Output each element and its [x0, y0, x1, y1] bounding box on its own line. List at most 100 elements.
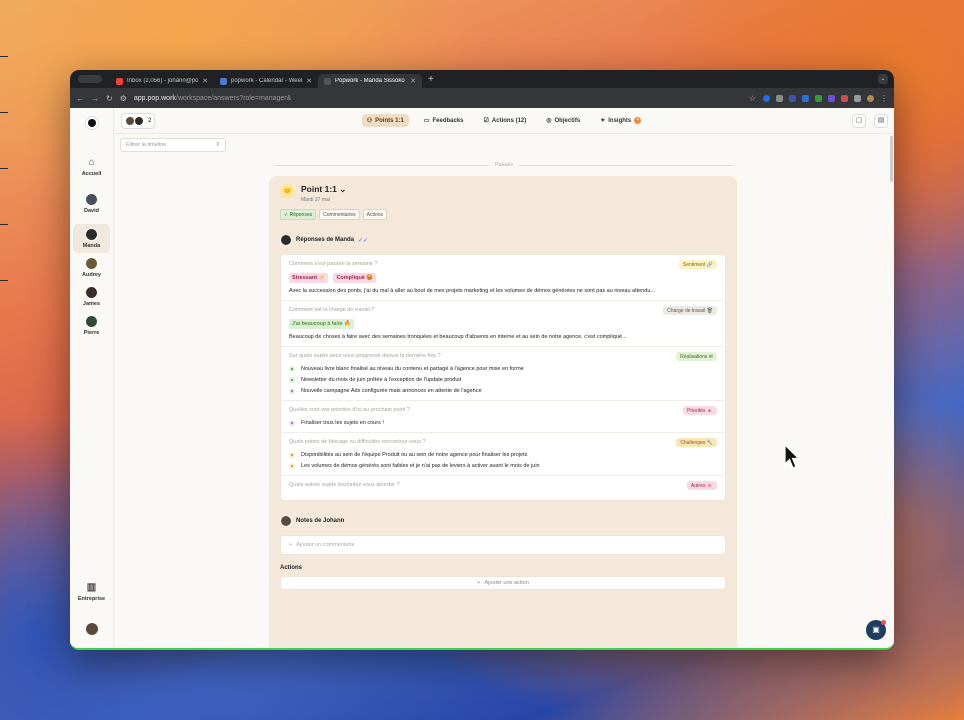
browser-tab[interactable]: popwork - Calendar - Week... ✕: [214, 74, 318, 88]
puzzle-icon[interactable]: [854, 94, 861, 102]
close-icon[interactable]: ✕: [202, 77, 208, 85]
tab-label: Objectifs: [554, 117, 581, 124]
tab-insights[interactable]: ✦ Insights •: [595, 114, 646, 127]
browser-tab[interactable]: Inbox (2,056) - johann@pop... ✕: [110, 74, 214, 88]
updown-icon: ⇕: [215, 142, 220, 148]
list-item: Les volumes de démos générés sont faible…: [289, 463, 717, 469]
extensions-bar: ⋮: [763, 94, 888, 103]
content-filters: ✓ Réponses Commentaires Actions: [280, 209, 726, 220]
forward-icon[interactable]: →: [91, 94, 99, 103]
url-host: app.pop.work: [133, 94, 176, 102]
extension-icon[interactable]: [789, 94, 796, 102]
chat-icon: ▣: [872, 625, 880, 634]
calendar-icon: [220, 77, 227, 85]
top-icons: ▢ ▤: [852, 114, 888, 128]
category-tag: Réalisations ✉: [676, 352, 717, 361]
sidebar-item-entreprise[interactable]: ▥ Entreprise: [73, 577, 110, 606]
point-title[interactable]: Point 1:1 ⌄: [301, 184, 346, 195]
responses-header: Réponses de Manda ✓✓: [280, 234, 726, 246]
mood-tag: J'ai beaucoup à faire 🔥: [289, 319, 354, 329]
avatar: [85, 228, 98, 241]
tab-title: Popwork - Manda Sissoko: [335, 78, 405, 84]
check-square-icon: ☑: [483, 118, 489, 124]
filter-actions[interactable]: Actions: [362, 209, 388, 220]
sparkle-icon: ✦: [600, 118, 606, 124]
plus-icon: +: [477, 580, 481, 586]
tab-label: Insights: [608, 117, 632, 124]
url-field[interactable]: app.pop.work/workspace/answers?role=mana…: [134, 95, 742, 102]
desktop-mark: [0, 280, 8, 281]
filter-responses[interactable]: ✓ Réponses: [280, 209, 317, 220]
browser-tab-active[interactable]: Popwork - Manda Sissoko ✕: [318, 74, 422, 88]
timeline-filter[interactable]: Filtrer la timeline ⇕: [120, 138, 226, 152]
users-icon: ⚇: [366, 118, 373, 124]
plus-icon: +: [289, 542, 293, 548]
sidebar-item-label: Accueil: [81, 171, 102, 177]
question-block: Quelles sont vos priorités d'ici au proc…: [281, 401, 725, 433]
chevron-down-icon: ⌄: [339, 184, 347, 194]
chat-icon[interactable]: ▢: [852, 114, 866, 128]
mood-tag: Compliqué 😡: [333, 273, 377, 283]
close-icon[interactable]: ✕: [410, 77, 416, 85]
popwork-app: ⌂ Accueil David Manda Audrey James Pierr…: [70, 108, 894, 648]
extension-icon[interactable]: [815, 94, 822, 102]
reload-icon[interactable]: ↻: [106, 94, 113, 103]
list-item: Disponibilités au sein de l'équipe Produ…: [289, 452, 717, 458]
site-info-icon[interactable]: ⚙: [120, 94, 127, 103]
address-bar: ← → ↻ ⚙ app.pop.work/workspace/answers?r…: [70, 88, 894, 108]
extension-icon[interactable]: [802, 94, 809, 102]
sidebar-item-james[interactable]: James: [73, 282, 110, 311]
question-block: Comment est la charge de travail ? Charg…: [281, 301, 725, 347]
bookmark-star-icon[interactable]: ☆: [749, 94, 756, 103]
back-icon[interactable]: ←: [76, 94, 84, 103]
tab-feedbacks[interactable]: ▭ Feedbacks: [419, 114, 469, 127]
more-menu-icon[interactable]: ⋮: [880, 94, 888, 103]
popwork-logo[interactable]: [84, 116, 99, 130]
list-item: Finaliser tous les sujets en cours !: [289, 420, 717, 426]
filter-placeholder: Filtrer la timeline: [126, 142, 167, 148]
tab-label: Actions (12): [491, 117, 527, 124]
timeline-divider: Passés: [274, 162, 735, 168]
window-controls[interactable]: [78, 75, 102, 83]
close-icon[interactable]: ✕: [306, 77, 312, 85]
question-text: Comment s'est passée la semaine ?: [289, 261, 378, 267]
gmail-icon: [116, 77, 123, 85]
question-block: Quels points de blocage ou difficultés r…: [281, 433, 725, 476]
sidebar-item-accueil[interactable]: ⌂ Accueil: [73, 152, 110, 181]
user-avatar[interactable]: [85, 622, 99, 636]
add-action-button[interactable]: + Ajouter une action: [280, 576, 726, 590]
sidebar-item-pierre[interactable]: Pierre: [73, 311, 110, 340]
extension-icon[interactable]: [776, 94, 783, 102]
message-icon: ▭: [423, 118, 430, 124]
list-item: Nouvelle campagne Ads configurée mais an…: [289, 388, 717, 394]
avatar: [85, 257, 98, 270]
timeline-label: Passés: [494, 162, 514, 168]
tab-search-icon[interactable]: ⌄: [878, 74, 888, 84]
extension-icon[interactable]: [763, 94, 770, 102]
avatar: [134, 116, 144, 126]
url-path: /workspace/answers?role=manager&: [175, 94, 292, 102]
extension-icon[interactable]: [828, 94, 835, 102]
sidebar-item-david[interactable]: David: [73, 189, 110, 218]
tab-objectifs[interactable]: ◎ Objectifs: [541, 114, 585, 127]
calendar-icon[interactable]: ▤: [874, 114, 888, 128]
support-chat-button[interactable]: ▣: [866, 620, 886, 640]
avatar: [85, 286, 98, 299]
left-sidebar: ⌂ Accueil David Manda Audrey James Pierr…: [70, 108, 114, 648]
scrollbar[interactable]: [890, 136, 893, 182]
sidebar-item-audrey[interactable]: Audrey: [73, 253, 110, 282]
tab-points[interactable]: ⚇ Points 1:1: [361, 114, 409, 127]
new-tab-button[interactable]: +: [428, 74, 434, 85]
comment-input[interactable]: + Ajouter un commentaire: [280, 535, 726, 555]
notes-title: Notes de Johann: [296, 518, 345, 524]
tab-actions[interactable]: ☑ Actions (12): [479, 114, 532, 127]
extension-icon[interactable]: [841, 94, 848, 102]
filter-comments[interactable]: Commentaires: [319, 209, 360, 220]
sidebar-item-manda[interactable]: Manda: [73, 224, 110, 253]
tab-title: popwork - Calendar - Week...: [231, 78, 303, 84]
list-item: Nouveau livre blanc finalisé au niveau d…: [289, 366, 717, 372]
profile-avatar[interactable]: [867, 94, 874, 102]
question-text: Quels autres sujets souhaitez-vous abord…: [289, 482, 400, 488]
handshake-icon: 🤝: [280, 184, 295, 199]
people-switcher[interactable]: 2: [121, 113, 156, 129]
